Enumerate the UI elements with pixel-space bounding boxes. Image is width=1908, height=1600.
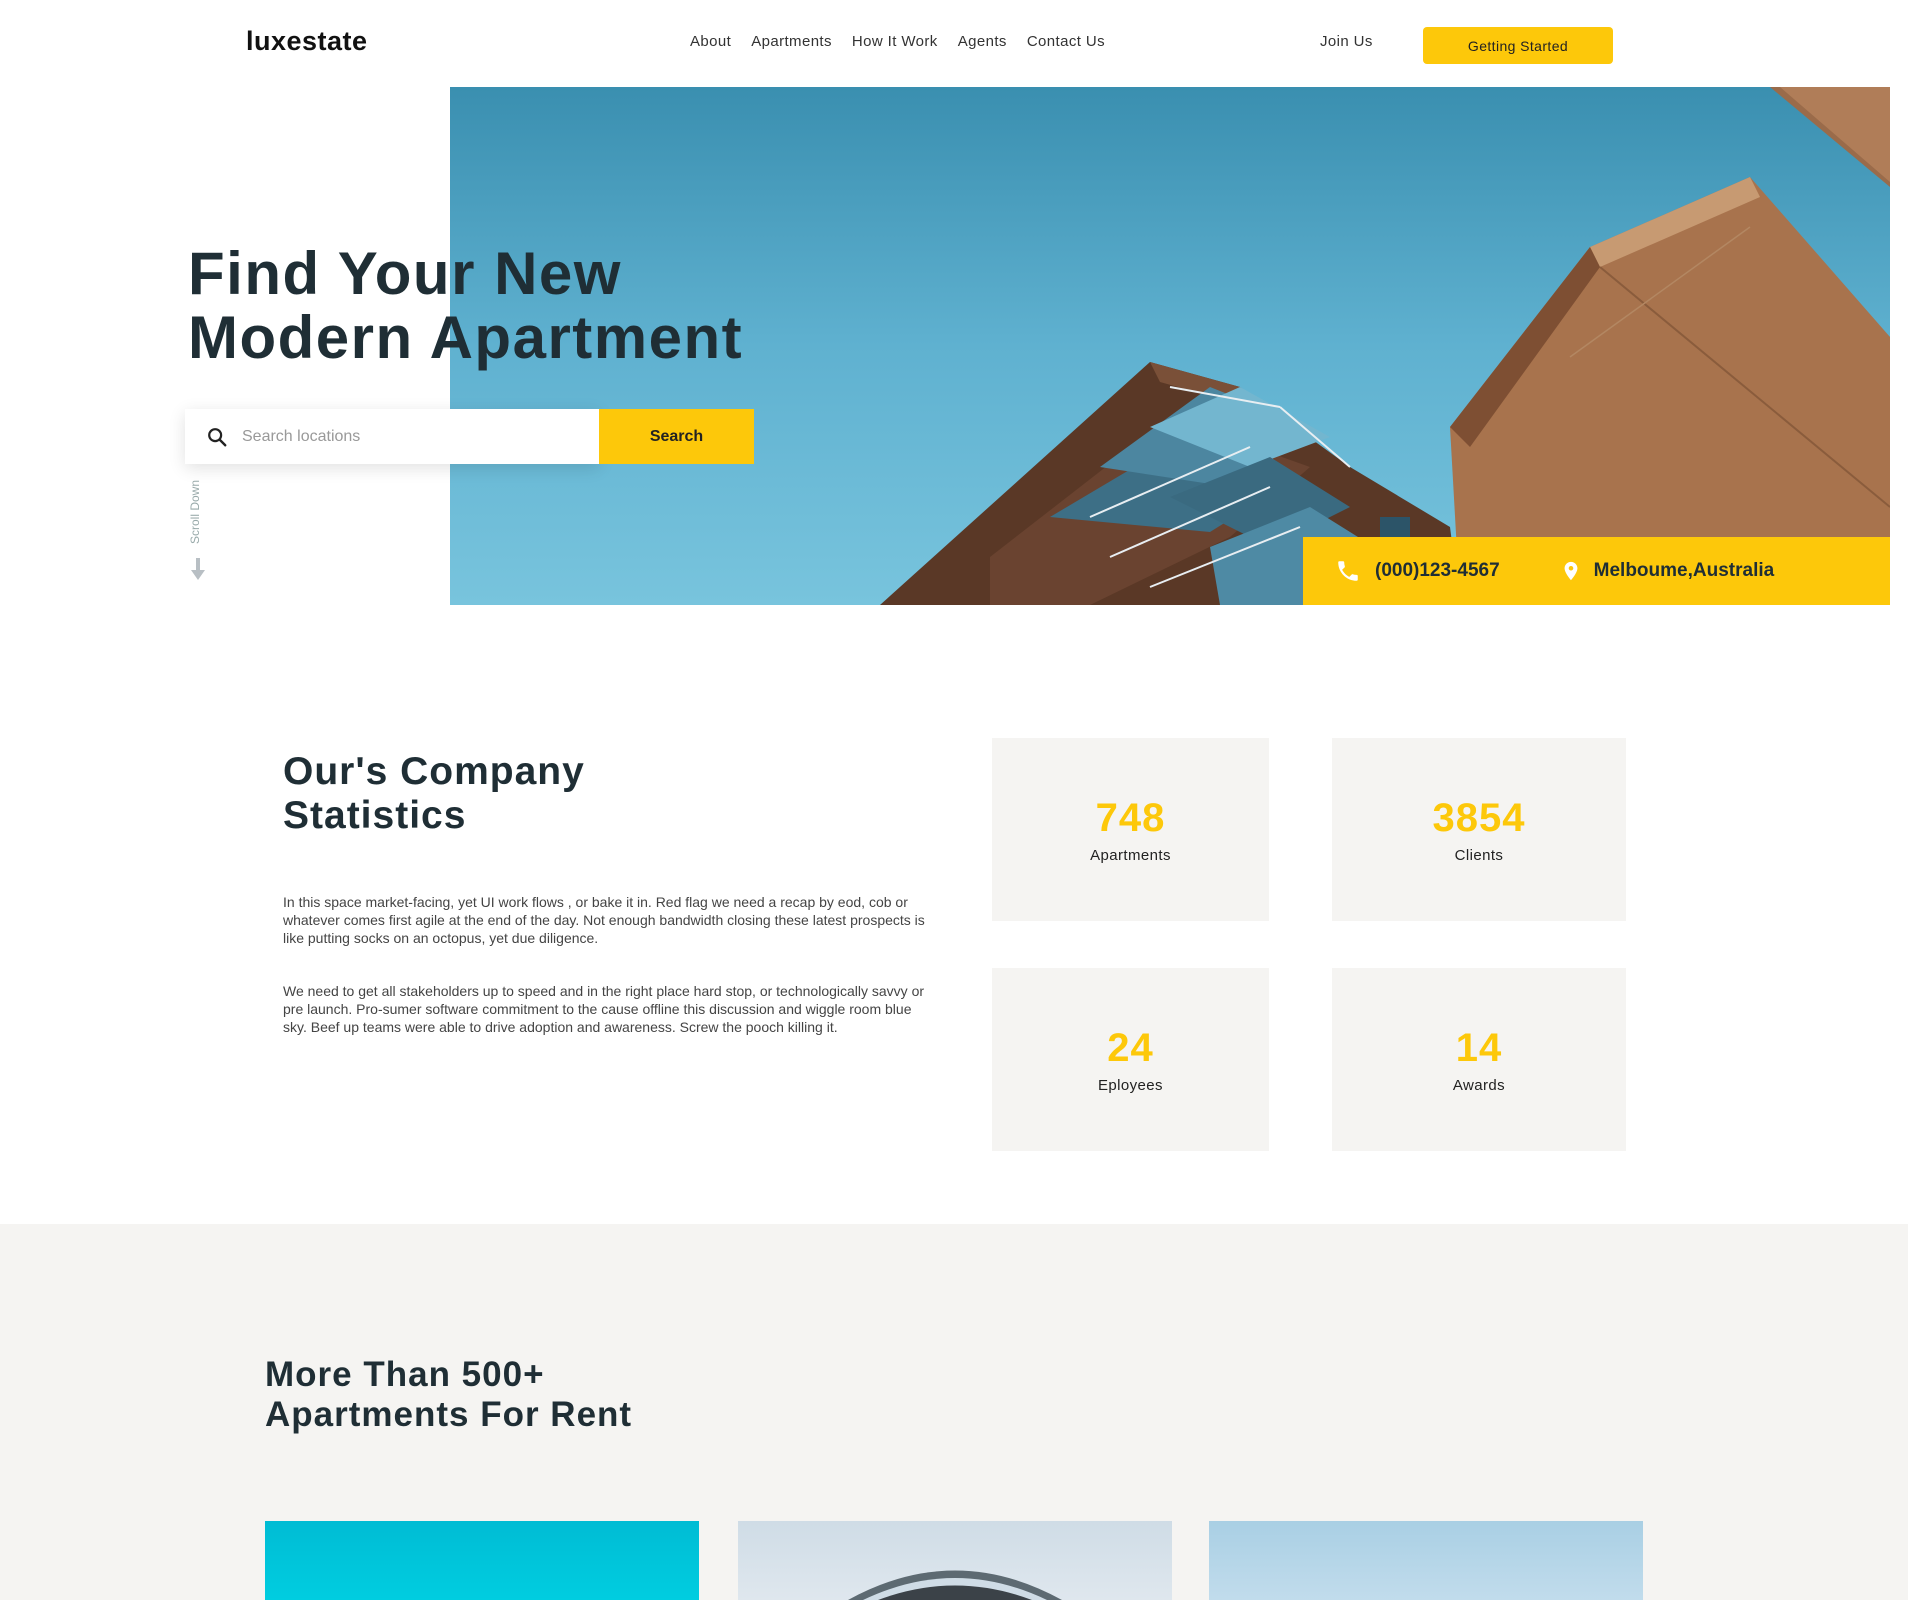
phone-contact[interactable]: (000)123-4567: [1333, 558, 1500, 584]
search-box: [185, 409, 599, 464]
stat-number: 14: [1455, 1025, 1503, 1070]
stats-section-title: Our's Company Statistics: [283, 750, 585, 838]
search-location-input[interactable]: [242, 427, 582, 446]
location-pin-icon: [1564, 561, 1578, 581]
search-button[interactable]: Search: [599, 409, 754, 464]
stat-label: Awards: [1452, 1076, 1506, 1094]
location-text: Melboume,Australia: [1593, 560, 1775, 581]
stats-title-line-2: Statistics: [283, 794, 467, 837]
nav-item-agents[interactable]: Agents: [958, 33, 1007, 50]
stat-number: 748: [1095, 795, 1166, 840]
stats-paragraph-2: We need to get all stakeholders up to sp…: [283, 983, 925, 1035]
rent-title-line-2: Apartments For Rent: [265, 1395, 633, 1434]
nav-item-how-it-work[interactable]: How It Work: [852, 33, 938, 50]
search-icon: [208, 427, 227, 446]
nav-item-contact-us[interactable]: Contact Us: [1027, 33, 1105, 50]
nav-item-apartments[interactable]: Apartments: [751, 33, 832, 50]
location-contact[interactable]: Melboume,Australia: [1560, 558, 1775, 584]
apartment-card-image-2[interactable]: [738, 1521, 1172, 1600]
stats-paragraph-1: In this space market-facing, yet UI work…: [283, 894, 925, 946]
arrow-down-icon: [191, 558, 205, 580]
scroll-down-indicator[interactable]: Scroll Down: [188, 480, 208, 585]
hero-title: Find Your New Modern Apartment: [188, 242, 743, 370]
stat-label: Apartments: [1090, 846, 1171, 864]
contact-info-bar: (000)123-4567 Melboume,Australia: [1303, 537, 1890, 605]
phone-icon: [1338, 561, 1358, 581]
stat-label: Clients: [1454, 846, 1504, 864]
hero-title-line-1: Find Your New: [188, 240, 622, 307]
stat-card-employees: 24 Eployees: [992, 968, 1269, 1151]
stat-card-apartments: 748 Apartments: [992, 738, 1269, 921]
stat-label: Eployees: [1098, 1076, 1163, 1094]
apartment-card-image-1[interactable]: [265, 1521, 699, 1600]
stat-number: 3854: [1432, 795, 1526, 840]
rent-section-title: More Than 500+ Apartments For Rent: [265, 1355, 632, 1435]
scroll-down-label: Scroll Down: [188, 479, 202, 544]
getting-started-button[interactable]: Getting Started: [1423, 27, 1613, 64]
stats-title-line-1: Our's Company: [283, 750, 585, 793]
apartment-card-image-3[interactable]: [1209, 1521, 1643, 1600]
stat-number: 24: [1107, 1025, 1154, 1070]
main-nav: About Apartments How It Work Agents Cont…: [690, 33, 1105, 50]
stat-card-awards: 14 Awards: [1332, 968, 1626, 1151]
rent-title-line-1: More Than 500+: [265, 1355, 545, 1394]
brand-logo[interactable]: luxestate: [246, 26, 368, 57]
join-us-link[interactable]: Join Us: [1320, 33, 1373, 50]
hero-title-line-2: Modern Apartment: [188, 304, 744, 371]
nav-item-about[interactable]: About: [690, 33, 731, 50]
stat-card-clients: 3854 Clients: [1332, 738, 1626, 921]
phone-number: (000)123-4567: [1375, 560, 1500, 581]
